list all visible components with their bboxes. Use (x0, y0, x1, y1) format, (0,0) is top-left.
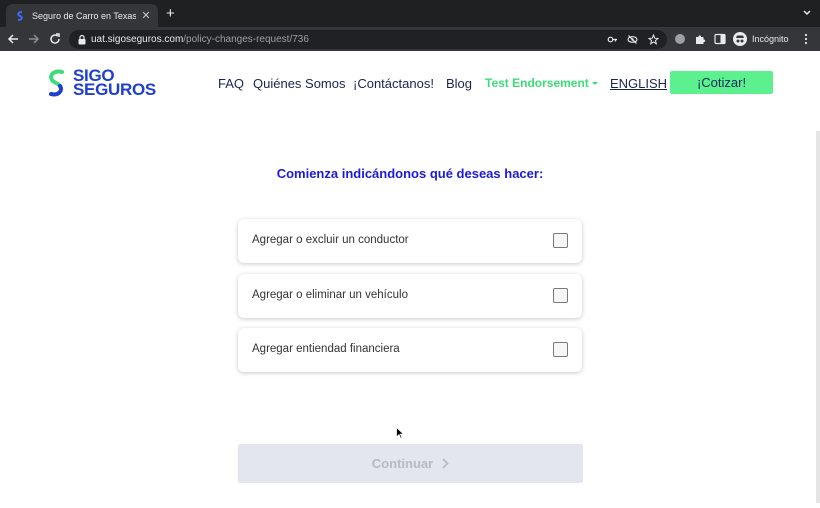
page-viewport: SIGO SEGUROS FAQ Quiénes Somos ¡Contácta… (0, 51, 820, 508)
browser-tab-strip: Seguro de Carro en Texas - Sigo ✕ + (0, 0, 820, 27)
bookmark-star-icon[interactable] (648, 34, 659, 45)
form-heading: Comienza indicándonos qué deseas hacer: (276, 166, 544, 181)
nav-dropdown-label: Test Endorsement (485, 76, 589, 90)
option-card-vehicle[interactable]: Agregar o eliminar un vehículo (238, 274, 582, 318)
side-panel-icon[interactable] (714, 33, 726, 45)
option-checkbox[interactable] (553, 288, 568, 303)
nav-link-blog[interactable]: Blog (446, 76, 472, 91)
option-card-lienholder[interactable]: Agregar entiendad financiera (238, 328, 582, 372)
option-label: Agregar o eliminar un vehículo (252, 289, 408, 301)
incognito-icon (733, 32, 747, 46)
tab-close-icon[interactable]: ✕ (140, 9, 152, 22)
nav-link-faq[interactable]: FAQ (218, 76, 244, 91)
nav-link-english[interactable]: ENGLISH (610, 76, 667, 91)
extension-circle-icon[interactable] (674, 33, 686, 45)
browser-tab[interactable]: Seguro de Carro en Texas - Sigo ✕ (6, 4, 158, 27)
url-path: /policy-changes-request/736 (183, 34, 309, 45)
eye-off-icon[interactable] (627, 34, 638, 45)
dropdown-caret-icon (591, 82, 598, 86)
page-scrollbar[interactable] (816, 131, 820, 503)
option-checkbox[interactable] (553, 342, 568, 357)
profile-label: Incógnito (752, 34, 789, 44)
option-label: Agregar o excluir un conductor (252, 234, 409, 246)
mouse-pointer-icon (396, 427, 404, 439)
tab-title: Seguro de Carro en Texas - Sigo (32, 10, 136, 21)
option-label: Agregar entiendad financiera (252, 343, 400, 355)
back-arrow-icon[interactable] (6, 32, 20, 46)
nav-dropdown-test-endorsement[interactable]: Test Endorsement (485, 76, 598, 90)
key-icon[interactable] (607, 34, 618, 45)
chevron-right-icon (442, 458, 449, 469)
browser-toolbar: uat.sigoseguros.com/policy-changes-reque… (0, 27, 820, 51)
option-card-driver[interactable]: Agregar o excluir un conductor (238, 219, 582, 263)
browser-menu-icon[interactable] (804, 33, 808, 45)
address-bar[interactable]: uat.sigoseguros.com/policy-changes-reque… (69, 30, 667, 49)
site-favicon-icon (17, 10, 23, 21)
new-tab-icon[interactable]: + (166, 6, 175, 21)
option-checkbox[interactable] (553, 233, 568, 248)
incognito-profile-button[interactable]: Incógnito (733, 32, 789, 46)
nav-link-contact[interactable]: ¡Contáctanos! (353, 76, 434, 91)
continue-label: Continuar (371, 456, 434, 471)
extensions-puzzle-icon[interactable] (694, 33, 706, 45)
quote-button[interactable]: ¡Cotizar! (670, 71, 773, 94)
tab-search-chevron-icon[interactable] (802, 8, 812, 18)
url-host: uat.sigoseguros.com (91, 34, 184, 45)
nav-link-about[interactable]: Quiénes Somos (253, 76, 346, 91)
continue-button[interactable]: Continuar (238, 444, 583, 483)
forward-arrow-icon[interactable] (27, 32, 41, 46)
url-text: uat.sigoseguros.com/policy-changes-reque… (91, 34, 309, 45)
lock-icon (78, 34, 86, 45)
reload-icon[interactable] (48, 32, 62, 46)
